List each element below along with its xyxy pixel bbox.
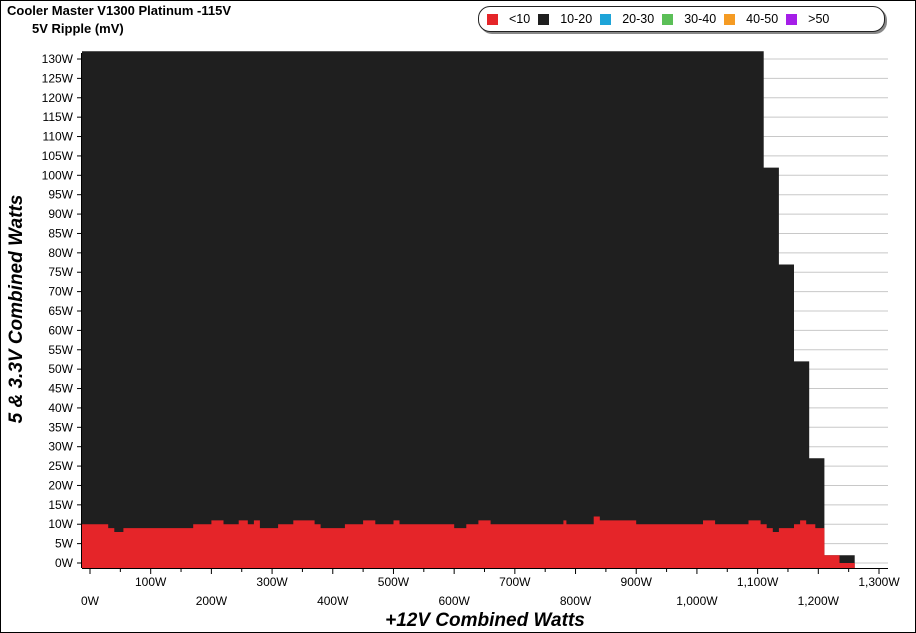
y-tick-label: 130W — [42, 52, 74, 66]
y-tick-label: 85W — [48, 226, 73, 240]
x-tick-label: 1,100W — [737, 575, 779, 589]
y-tick-label: 70W — [48, 285, 73, 299]
y-tick-label: 105W — [42, 149, 74, 163]
series-area-1020 — [82, 51, 855, 568]
y-tick-label: 45W — [48, 382, 73, 396]
y-tick-label: 65W — [48, 304, 73, 318]
y-tick-label: 95W — [48, 188, 73, 202]
y-axis-title: 5 & 3.3V Combined Watts — [6, 195, 27, 424]
y-tick-label: 125W — [42, 71, 74, 85]
y-tick-label: 25W — [48, 459, 73, 473]
y-tick-label: 30W — [48, 440, 73, 454]
y-tick-label: 120W — [42, 91, 74, 105]
y-tick-label: 40W — [48, 401, 73, 415]
y-tick-label: 115W — [43, 110, 74, 124]
x-tick-label: 300W — [256, 575, 288, 589]
x-tick-label: 500W — [378, 575, 410, 589]
y-tick-label: 100W — [42, 168, 74, 182]
y-tick-label: 80W — [48, 246, 73, 260]
x-axis-title: +12V Combined Watts — [385, 610, 585, 631]
x-tick-label: 400W — [317, 594, 349, 608]
y-tick-label: 35W — [48, 420, 73, 434]
y-tick-label: 20W — [48, 478, 73, 492]
y-tick-label: 15W — [48, 498, 73, 512]
y-tick-label: 5W — [55, 537, 74, 551]
y-tick-label: 10W — [48, 517, 73, 531]
x-tick-label: 600W — [438, 594, 470, 608]
y-tick-label: 90W — [48, 207, 73, 221]
y-tick-label: 60W — [48, 323, 73, 337]
x-tick-label: 0W — [81, 594, 100, 608]
x-tick-label: 700W — [499, 575, 531, 589]
y-tick-label: 50W — [48, 362, 73, 376]
x-tick-label: 200W — [196, 594, 228, 608]
x-tick-label: 1,300W — [858, 575, 900, 589]
x-tick-label: 1,200W — [798, 594, 840, 608]
chart-svg: 0W 5W 10W 15W 20W 25W 30W 35W 40W 45W 50W 55W 60W 65W… — [6, 51, 900, 631]
y-tick-label: 0W — [55, 556, 74, 570]
y-tick-label: 55W — [48, 343, 73, 357]
y-tick-label: 75W — [48, 265, 73, 279]
y-tick-label: 110W — [43, 130, 74, 144]
series-area-10 — [82, 516, 855, 568]
x-tick-label: 900W — [621, 575, 653, 589]
x-tick-label: 100W — [135, 575, 167, 589]
x-tick-label: 800W — [560, 594, 592, 608]
x-tick-label: 1,000W — [676, 594, 718, 608]
